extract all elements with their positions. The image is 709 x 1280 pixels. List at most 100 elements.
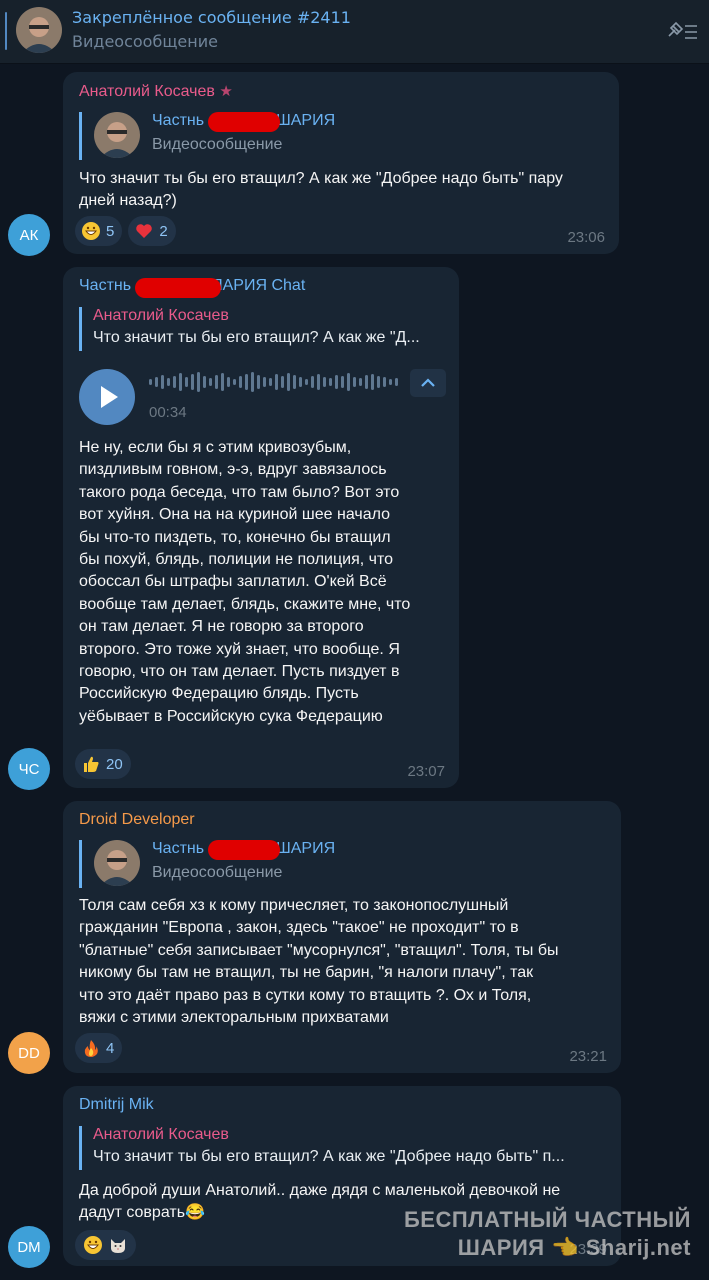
waveform-bar (203, 376, 206, 388)
waveform-bar (329, 378, 332, 386)
red-heart-icon (136, 224, 153, 238)
reply-preview[interactable]: Анатолий Косачев Что значит ты бы его вт… (79, 1126, 607, 1170)
chevron-up-icon (421, 378, 435, 387)
hand-icon: 👈 (551, 1235, 580, 1260)
waveform-bar (161, 375, 164, 389)
reply-sender: Анатолий Косачев (93, 1126, 229, 1143)
voice-waveform[interactable] (149, 371, 399, 393)
reactions: 5 2 (75, 216, 176, 246)
message-text: Не ну, если бы я с этим кривозубым, пизд… (79, 439, 411, 725)
waveform-bar (215, 375, 218, 389)
play-icon (101, 386, 118, 408)
message-time: 23:07 (407, 763, 445, 780)
waveform-bar (191, 374, 194, 390)
reactions: 20 (75, 749, 131, 779)
sender-name[interactable]: Droid Developer (79, 811, 195, 829)
message-time: 23:21 (569, 1048, 607, 1065)
waveform-bar (395, 378, 398, 386)
redaction-mark (208, 840, 280, 860)
waveform-bar (299, 377, 302, 387)
waveform-bar (251, 372, 254, 392)
waveform-bar (305, 379, 308, 385)
waveform-bar (371, 374, 374, 390)
watermark: БЕСПЛАТНЫЙ ЧАСТНЫЙ ШАРИЯ 👈 Sharij.net (404, 1206, 691, 1262)
transcribe-toggle[interactable] (410, 369, 446, 397)
waveform-bar (383, 377, 386, 387)
waveform-bar (287, 373, 290, 391)
waveform-bar (365, 375, 368, 389)
reactions (75, 1230, 136, 1260)
waveform-bar (155, 377, 158, 387)
waveform-bar (173, 376, 176, 388)
message-text: Толя сам себя хз к кому причесляет, то з… (79, 897, 559, 1027)
play-button[interactable] (79, 369, 135, 425)
waveform-bar (311, 376, 314, 388)
pinned-indicator (5, 12, 7, 50)
waveform-bar (197, 372, 200, 392)
reaction-chip[interactable]: 2 (128, 216, 176, 246)
avatar[interactable]: ЧС (8, 748, 50, 790)
pinned-message-bar[interactable]: Закреплённое сообщение #2411 Видеосообще… (0, 0, 709, 64)
pinned-thumbnail (16, 7, 62, 53)
waveform-bar (209, 378, 212, 386)
message-text: Что значит ты бы его втащил? А как же "Д… (79, 170, 563, 210)
reply-subtitle: Видеосообщение (152, 864, 283, 881)
reply-subtitle: Видеосообщение (152, 136, 283, 153)
waveform-bar (179, 373, 182, 391)
reply-text: Что значит ты бы его втащил? А как же "Д… (93, 1148, 565, 1165)
reply-thumbnail (94, 112, 140, 158)
waveform-bar (353, 377, 356, 387)
reply-preview[interactable]: Частнь ШАРИЯ Видеосообщение (79, 112, 379, 160)
waveform-bar (257, 375, 260, 389)
waveform-bar (335, 375, 338, 389)
message-bubble[interactable]: Анатолий Косачев ★ Частнь ШАРИЯ Видеосооб… (63, 72, 619, 254)
voice-duration: 00:34 (149, 404, 187, 421)
thumbs-up-icon (84, 756, 99, 772)
reply-preview[interactable]: Частнь ШАРИЯ Видеосообщение (79, 840, 379, 888)
waveform-bar (341, 376, 344, 388)
fire-icon (84, 1040, 98, 1057)
reactions: 4 (75, 1033, 123, 1063)
waveform-bar (233, 379, 236, 385)
reaction-chip[interactable] (75, 1230, 136, 1260)
sender-name[interactable]: Dmitrij Mik (79, 1096, 154, 1114)
reply-text: Что значит ты бы его втащил? А как же "Д… (93, 329, 420, 346)
pinned-subtitle: Видеосообщение (72, 32, 218, 51)
waveform-bar (269, 378, 272, 386)
redaction-mark (135, 278, 221, 298)
watermark-line2: ШАРИЯ 👈 Sharij.net (457, 1235, 691, 1260)
pinned-title: Закреплённое сообщение #2411 (72, 8, 351, 27)
reply-preview[interactable]: Анатолий Косачев Что значит ты бы его вт… (79, 307, 445, 351)
reaction-chip[interactable]: 20 (75, 749, 131, 779)
waveform-bar (347, 373, 350, 391)
waveform-bar (323, 377, 326, 387)
reaction-chip[interactable]: 5 (75, 216, 123, 246)
avatar[interactable]: DD (8, 1032, 50, 1074)
watermark-line1: БЕСПЛАТНЫЙ ЧАСТНЫЙ (403, 1207, 691, 1232)
avatar[interactable]: DM (8, 1226, 50, 1268)
message-bubble[interactable]: Частнь ЯАРИЯ Chat Анатолий Косачев Что зн… (63, 267, 459, 788)
waveform-bar (149, 379, 152, 385)
message-bubble[interactable]: Droid Developer Частнь ШАРИЯ Видеосообщен… (63, 801, 621, 1073)
sender-name[interactable]: Анатолий Косачев ★ (79, 82, 233, 101)
redaction-mark (208, 112, 280, 132)
waveform-bar (275, 374, 278, 390)
waveform-bar (293, 375, 296, 389)
waveform-bar (377, 376, 380, 388)
unpin-list-icon[interactable] (665, 20, 699, 44)
cat-face-icon (111, 1239, 125, 1253)
waveform-bar (281, 376, 284, 388)
waveform-bar (239, 376, 242, 388)
waveform-bar (263, 377, 266, 387)
waveform-bar (227, 377, 230, 387)
star-icon: ★ (219, 83, 233, 100)
waveform-bar (167, 378, 170, 386)
reaction-chip[interactable]: 4 (75, 1033, 123, 1063)
waveform-bar (359, 378, 362, 386)
avatar[interactable]: АК (8, 214, 50, 256)
waveform-bar (317, 374, 320, 390)
grinning-face-icon (84, 1236, 102, 1254)
waveform-bar (185, 377, 188, 387)
reply-thumbnail (94, 840, 140, 886)
waveform-bar (221, 373, 224, 391)
